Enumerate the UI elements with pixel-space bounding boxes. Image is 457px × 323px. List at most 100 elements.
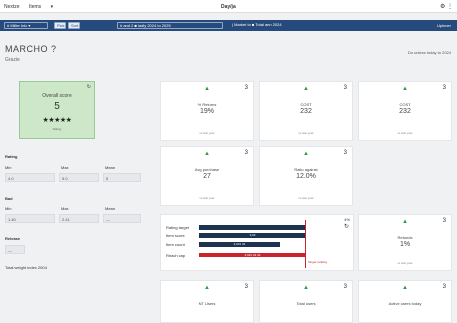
top-nav: Nextze Items ▾ (4, 4, 61, 10)
kpi-rank: 3 (442, 85, 446, 91)
filter-col-label: Min (5, 165, 12, 170)
filter-group-label: Release (5, 236, 21, 241)
kpi-value: 19% (199, 108, 214, 115)
refresh-icon[interactable]: ↻ (344, 223, 349, 230)
account-selector[interactable]: # Miller Inlc ▾ (4, 22, 48, 29)
kpi-label: Total users (296, 301, 316, 306)
release-field[interactable]: — (5, 245, 25, 254)
kpi-card[interactable]: ▲ 3 Avg purchase 27 vs last year (160, 146, 254, 206)
app-title: Day/ja (221, 4, 236, 10)
kpi-rank: 3 (244, 150, 248, 156)
bad-min-field[interactable]: 1.40 (5, 214, 55, 223)
bad-max-field[interactable]: 2.41 (59, 214, 99, 223)
kpi-footnote: vs last year (199, 196, 215, 200)
chevron-down-icon[interactable]: ▾ (51, 4, 54, 10)
rating-min-field[interactable]: 4.0 (5, 173, 55, 182)
kpi-rank: 3 (442, 218, 446, 224)
kpi-value: 1% (399, 241, 411, 248)
sort-button[interactable]: Sort (68, 22, 80, 29)
kpi-card[interactable]: ▲ 3 COST 232 vs last year (358, 81, 452, 141)
arrow-up-icon: ▲ (402, 219, 408, 225)
filter-group-label: Rating (5, 154, 18, 159)
arrow-up-icon: ▲ (303, 86, 309, 92)
kpi-label: COST (300, 102, 312, 107)
kpi-value: 232 (399, 108, 411, 115)
bar-row-label: Reach cap (166, 253, 186, 258)
kpi-value: 27 (203, 173, 211, 180)
kpi-footnote: vs last year (397, 261, 413, 265)
overall-score-card[interactable]: ↻ Overall score 5 ★★★★★ Rating (19, 81, 95, 139)
rating-mean-field[interactable]: 5 (103, 173, 141, 182)
refresh-icon[interactable]: ↻ (87, 84, 91, 90)
bar-card-percent: 4% (344, 217, 350, 222)
filter-group-label: Bad (5, 196, 13, 201)
filter-col-label: Mean (105, 165, 116, 170)
kpi-label: Avg purchase (194, 167, 220, 172)
bar-row-label: Rating target (166, 225, 189, 230)
kpi-rank: 3 (244, 284, 248, 290)
bad-mean-field[interactable]: — (103, 214, 141, 223)
date-range-filter[interactable]: # and 2 ■ ladly 2024 to 2025 (117, 22, 223, 29)
bar-row-label: Item score (166, 233, 185, 238)
kpi-card[interactable]: ▲ 3 Active users today (358, 280, 452, 323)
kpi-rank: 3 (442, 284, 446, 290)
kpi-label: % Returns (197, 102, 217, 107)
kpi-footnote: vs last year (199, 131, 215, 135)
score-footnote: Rating (52, 127, 62, 131)
kpi-card[interactable]: ▲ 3 NT Users (160, 280, 254, 323)
filter-col-label: Max (61, 206, 69, 211)
pick-button[interactable]: Pick (54, 22, 66, 29)
kpi-label: Active users today (388, 301, 422, 306)
more-icon[interactable]: ⋮ (447, 4, 453, 10)
kpi-card[interactable]: ▲ 3 Total users (259, 280, 353, 323)
bar-row-bar: 3,021 34 (199, 242, 280, 247)
arrow-up-icon: ▲ (204, 285, 210, 291)
bar-row-bar: 3,03 (199, 233, 306, 238)
filter-col-label: Min (5, 206, 12, 211)
kpi-value: 232 (300, 108, 312, 115)
top-nav-item[interactable]: Items (29, 4, 41, 10)
arrow-up-icon: ▲ (402, 285, 408, 291)
score-label: Overall score (42, 93, 72, 99)
arrow-up-icon: ▲ (303, 285, 309, 291)
kpi-rank: 3 (343, 85, 347, 91)
kpi-card[interactable]: ▲ 3 Refunds 1% vs last year (358, 214, 452, 271)
kpi-label: Ratio against (294, 167, 318, 172)
kpi-card[interactable]: ▲ 3 COST 232 vs last year (259, 81, 353, 141)
kpi-card[interactable]: ▲ 3 Ratio against 12.0% vs last year (259, 146, 353, 206)
arrow-up-icon: ▲ (204, 151, 210, 157)
rating-max-field[interactable]: 5.0 (59, 173, 99, 182)
kpi-label: Refunds (397, 235, 413, 240)
target-marker-label: Target ranking (308, 260, 328, 264)
kpi-label: COST (399, 102, 411, 107)
top-nav-item[interactable]: Nextze (4, 4, 20, 10)
kpi-label: NT Users (198, 301, 216, 306)
score-value: 5 (54, 101, 60, 112)
kpi-footnote: vs last year (298, 196, 314, 200)
kpi-value: 12.0% (296, 173, 316, 180)
bar-row-bar: 3,021 34 34 (199, 253, 306, 257)
kpi-card[interactable]: ▲ 3 % Returns 19% vs last year (160, 81, 254, 141)
star-rating: ★★★★★ (42, 117, 72, 124)
bar-comparison-card[interactable]: 4% ↻ Rating target Item score 3,03 Item … (160, 214, 354, 271)
top-actions: ⚙ ⋮ (440, 3, 453, 10)
kpi-footnote: vs last year (298, 131, 314, 135)
bar-row-label: Item count (166, 242, 185, 247)
market-filter[interactable]: | Market to ■ Total ann 2024 (230, 22, 308, 29)
target-marker (305, 220, 306, 268)
filter-toolbar: # Miller Inlc ▾ Pick Sort # and 2 ■ ladl… (0, 20, 457, 31)
filters-footnote: Total weight index 2004 (5, 265, 47, 270)
arrow-up-icon: ▲ (204, 86, 210, 92)
kpi-footnote: vs last year (397, 131, 413, 135)
page-title: MARCHO ? (5, 44, 57, 54)
date-note-link[interactable]: Do unless today to 2024 (408, 50, 451, 55)
gear-icon[interactable]: ⚙ (440, 4, 445, 10)
page-subtitle: Grazie (5, 57, 20, 63)
kpi-rank: 3 (343, 284, 347, 290)
filter-col-label: Max (61, 165, 69, 170)
kpi-rank: 3 (343, 150, 347, 156)
kpi-rank: 3 (244, 85, 248, 91)
bar-row-bar (199, 225, 306, 230)
arrow-up-icon: ▲ (402, 86, 408, 92)
toolbar-link[interactable]: Upinner (437, 23, 451, 28)
